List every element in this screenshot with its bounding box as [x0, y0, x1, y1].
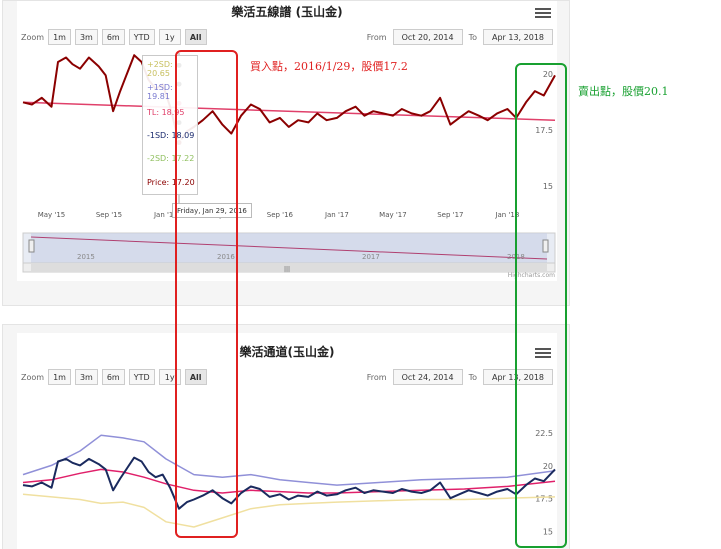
page: 樂活五線譜 (玉山金) Zoom 1m 3m 6m YTD 1y All Fro…: [0, 0, 721, 549]
buy-annotation: 買入點，2016/1/29，股價17.2: [250, 60, 408, 73]
scrollbar-grip: |||: [284, 266, 290, 273]
x-tick-label: May '17: [379, 211, 407, 219]
m2sd-series-line: [23, 149, 555, 162]
x-tick-label: Jan '17: [324, 211, 349, 219]
x-tick-label: Sep '16: [267, 211, 294, 219]
ch_upper-series-line: [22, 434, 556, 486]
chart1-plot: 1517.520May '15Sep '15Jan '16May '16Sep …: [22, 53, 556, 273]
channel-chart: 樂活通道(玉山金) Zoom 1m 3m 6m YTD 1y All From …: [17, 333, 557, 549]
navigator-year-label: 2015: [77, 253, 95, 261]
channel-chart-panel: 樂活通道(玉山金) Zoom 1m 3m 6m YTD 1y All From …: [2, 324, 570, 549]
ch_price-series-line: [22, 456, 556, 510]
sell-point-highlight: [515, 63, 567, 548]
p1sd-series-line: [23, 75, 555, 97]
five-line-chart-panel: 樂活五線譜 (玉山金) Zoom 1m 3m 6m YTD 1y All Fro…: [2, 0, 570, 306]
x-tick-label: Sep '15: [96, 211, 122, 219]
five-line-chart: 樂活五線譜 (玉山金) Zoom 1m 3m 6m YTD 1y All Fro…: [17, 1, 557, 281]
x-tick-label: May '15: [38, 211, 66, 219]
tl-series-line: [22, 101, 556, 121]
x-tick-label: Sep '17: [437, 211, 463, 219]
sell-annotation: 賣出點，股價20.1: [578, 85, 669, 98]
buy-point-highlight: [175, 50, 238, 538]
chart2-plot: 1517.52022.5: [22, 429, 556, 537]
navigator-year-label: 2017: [362, 253, 380, 261]
navigator-left-handle: [28, 239, 35, 253]
m1sd-series-line: [23, 127, 555, 140]
